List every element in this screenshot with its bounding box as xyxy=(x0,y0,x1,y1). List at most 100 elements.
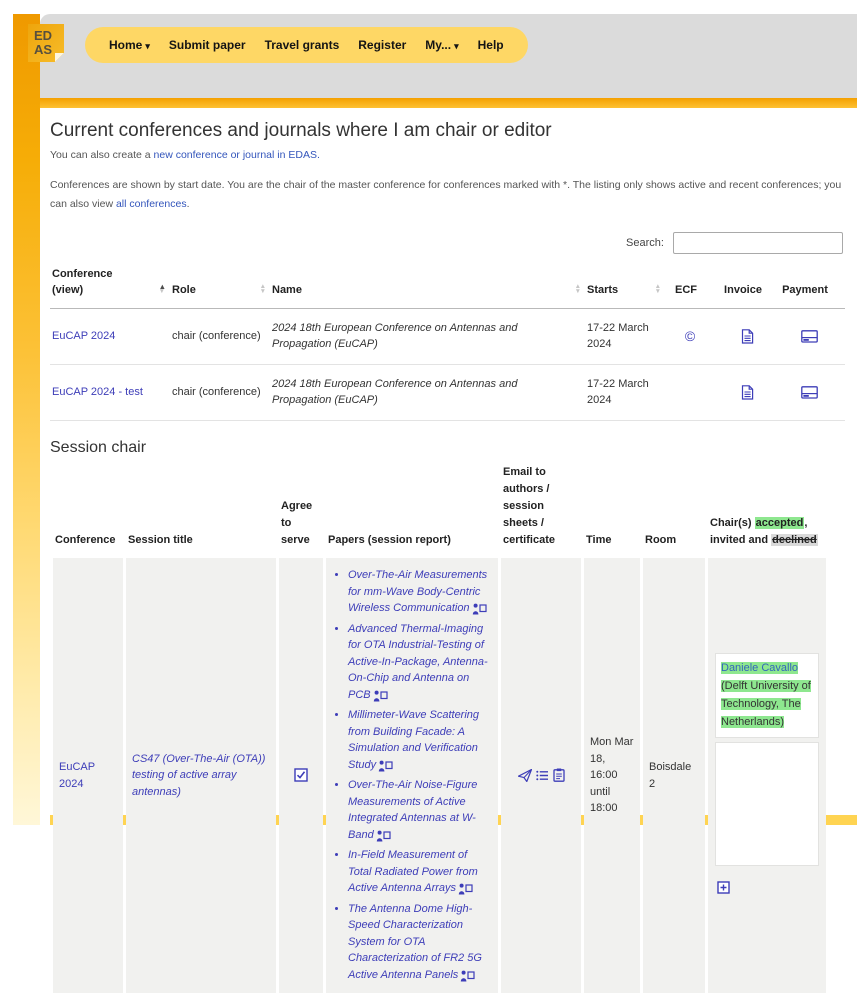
chevron-down-icon: ▾ xyxy=(454,41,459,51)
col-header-payment: Payment xyxy=(779,262,845,309)
agree-to-serve-checkbox[interactable] xyxy=(294,769,308,781)
certificate-clipboard-icon[interactable] xyxy=(553,767,565,784)
declined-highlight: declined xyxy=(771,534,818,546)
sort-icon[interactable]: ▲▼ xyxy=(159,284,166,295)
papers-list: Over-The-Air Measurements for mm-Wave Bo… xyxy=(332,567,492,984)
col-header-starts[interactable]: Starts ▲▼ xyxy=(585,262,665,309)
col-header-ecf: ECF xyxy=(665,262,721,309)
list-item: Millimeter-Wave Scattering from Building… xyxy=(348,707,492,774)
email-cell xyxy=(501,558,581,993)
presenter-slide-icon[interactable] xyxy=(378,760,393,772)
list-item: The Antenna Dome High-Speed Characteriza… xyxy=(348,901,492,985)
sort-icon[interactable]: ▲▼ xyxy=(260,284,266,295)
list-item: In-Field Measurement of Total Radiated P… xyxy=(348,847,492,898)
page-frame-left-gradient xyxy=(13,14,40,825)
accepted-highlight: accepted xyxy=(755,517,805,529)
col-header-invoice: Invoice xyxy=(721,262,779,309)
nav-item-travel-grants[interactable]: Travel grants xyxy=(265,38,340,52)
table-row: EuCAP 2024 chair (conference) 2024 18th … xyxy=(50,308,845,364)
search-label: Search: xyxy=(626,237,664,249)
conference-link[interactable]: EuCAP 2024 xyxy=(59,761,95,790)
role-cell: chair (conference) xyxy=(170,364,270,420)
paper-link[interactable]: Advanced Thermal-Imaging for OTA Industr… xyxy=(348,623,488,701)
conferences-table: Conference (view) ▲▼ Role ▲▼ Name ▲▼ Sta… xyxy=(50,262,845,421)
col-header-session-title: Session title xyxy=(126,462,276,555)
role-cell: chair (conference) xyxy=(170,308,270,364)
edas-logo-text-top: ED xyxy=(34,29,64,43)
conferences-table-header-row: Conference (view) ▲▼ Role ▲▼ Name ▲▼ Sta… xyxy=(50,262,845,309)
chair-notes-textarea[interactable] xyxy=(715,742,819,866)
col-header-chairs: Chair(s) accepted, invited and declined xyxy=(708,462,826,555)
paper-link[interactable]: Millimeter-Wave Scattering from Building… xyxy=(348,709,479,771)
chair-entry: Daniele Cavallo (Delft University of Tec… xyxy=(715,653,819,738)
session-title-link[interactable]: CS47 (Over-The-Air (OTA)) testing of act… xyxy=(132,753,265,798)
send-email-icon[interactable] xyxy=(518,767,532,784)
nav-item-submit-paper[interactable]: Submit paper xyxy=(169,38,246,52)
time-cell: Mon Mar 18, 16:00 until 18:00 xyxy=(584,558,640,993)
papers-cell: Over-The-Air Measurements for mm-Wave Bo… xyxy=(326,558,498,993)
col-header-agree-to-serve: Agree to serve xyxy=(279,462,323,555)
nav-item-my[interactable]: My...▾ xyxy=(425,38,458,52)
col-header-email: Email to authors / session sheets / cert… xyxy=(501,462,581,555)
session-chair-table: Conference Session title Agree to serve … xyxy=(50,459,829,996)
section-title-session-chair: Session chair xyxy=(50,439,857,457)
col-header-name[interactable]: Name ▲▼ xyxy=(270,262,585,309)
paper-link[interactable]: Over-The-Air Noise-Figure Measurements o… xyxy=(348,779,477,841)
edas-logo[interactable]: ED AS xyxy=(28,24,64,62)
invoice-icon[interactable] xyxy=(741,384,754,401)
list-item: Advanced Thermal-Imaging for OTA Industr… xyxy=(348,621,492,705)
presenter-slide-icon[interactable] xyxy=(376,830,391,842)
presenter-slide-icon[interactable] xyxy=(472,603,487,615)
session-table-header-row: Conference Session title Agree to serve … xyxy=(53,462,826,555)
page-title: Current conferences and journals where I… xyxy=(50,120,857,142)
intro-paragraph: You can also create a new conference or … xyxy=(50,149,857,161)
sort-icon[interactable]: ▲▼ xyxy=(655,284,661,295)
page-frame-top-bar xyxy=(40,98,857,108)
search-input[interactable] xyxy=(673,232,843,254)
col-header-conference[interactable]: Conference (view) ▲▼ xyxy=(50,262,170,309)
paper-link[interactable]: Over-The-Air Measurements for mm-Wave Bo… xyxy=(348,569,487,614)
sort-icon[interactable]: ▲▼ xyxy=(575,284,581,295)
new-conference-link[interactable]: new conference or journal in EDAS. xyxy=(154,149,320,161)
chair-affiliation: (Delft University of Technology, The Net… xyxy=(721,680,811,728)
ecf-icon[interactable]: © xyxy=(685,326,695,347)
col-header-papers: Papers (session report) xyxy=(326,462,498,555)
col-header-conference: Conference xyxy=(53,462,123,555)
starts-cell: 17-22 March 2024 xyxy=(585,364,665,420)
edas-logo-text-bottom: AS xyxy=(34,43,64,57)
chair-name-link[interactable]: Daniele Cavallo xyxy=(721,662,798,674)
search-row: Search: xyxy=(40,232,843,254)
col-header-role[interactable]: Role ▲▼ xyxy=(170,262,270,309)
table-row: EuCAP 2024 - test chair (conference) 202… xyxy=(50,364,845,420)
invoice-icon[interactable] xyxy=(741,328,754,345)
chair-accepted-highlight: Daniele Cavallo (Delft University of Tec… xyxy=(721,662,811,728)
conference-name-cell: 2024 18th European Conference on Antenna… xyxy=(270,308,585,364)
note-paragraph: Conferences are shown by start date. You… xyxy=(50,176,847,215)
main-nav: Home▾ Submit paper Travel grants Registe… xyxy=(85,27,528,63)
room-cell: Boisdale 2 xyxy=(643,558,705,993)
col-header-time: Time xyxy=(584,462,640,555)
session-sheets-icon[interactable] xyxy=(536,767,549,784)
col-header-room: Room xyxy=(643,462,705,555)
chairs-cell: Daniele Cavallo (Delft University of Tec… xyxy=(708,558,826,993)
starts-cell: 17-22 March 2024 xyxy=(585,308,665,364)
main-content: Current conferences and journals where I… xyxy=(40,108,857,815)
all-conferences-link[interactable]: all conferences xyxy=(116,198,187,210)
nav-item-home[interactable]: Home▾ xyxy=(109,38,150,52)
conference-name-cell: 2024 18th European Conference on Antenna… xyxy=(270,364,585,420)
table-row: EuCAP 2024 CS47 (Over-The-Air (OTA)) tes… xyxy=(53,558,826,993)
presenter-slide-icon[interactable] xyxy=(460,970,475,982)
add-chair-icon[interactable] xyxy=(717,880,730,897)
list-item: Over-The-Air Noise-Figure Measurements o… xyxy=(348,777,492,844)
presenter-slide-icon[interactable] xyxy=(458,883,473,895)
nav-item-register[interactable]: Register xyxy=(358,38,406,52)
list-item: Over-The-Air Measurements for mm-Wave Bo… xyxy=(348,567,492,618)
payment-icon[interactable] xyxy=(801,384,818,401)
conference-link[interactable]: EuCAP 2024 - test xyxy=(52,386,143,398)
presenter-slide-icon[interactable] xyxy=(373,690,388,702)
payment-icon[interactable] xyxy=(801,328,818,345)
ecf-cell-empty xyxy=(665,364,721,420)
conference-link[interactable]: EuCAP 2024 xyxy=(52,330,115,342)
chevron-down-icon: ▾ xyxy=(145,41,150,51)
nav-item-help[interactable]: Help xyxy=(478,38,504,52)
